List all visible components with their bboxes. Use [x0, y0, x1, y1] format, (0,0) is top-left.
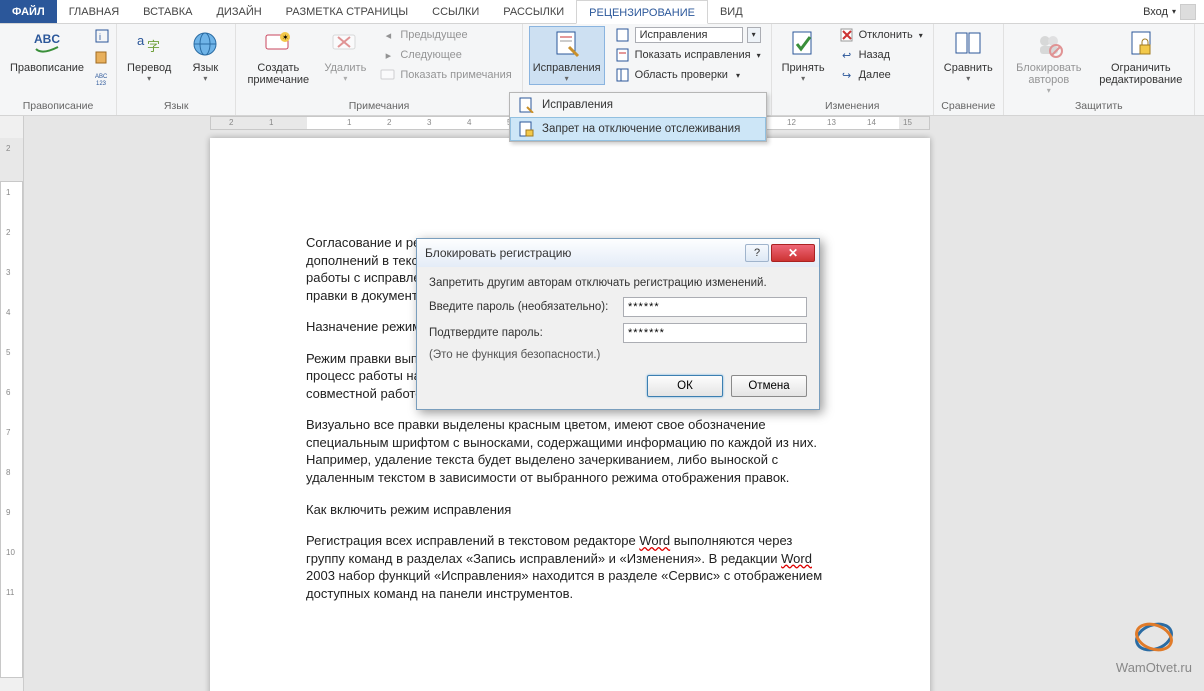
prev-icon: ◂ — [380, 27, 396, 43]
prev-comment-button[interactable]: ◂Предыдущее — [376, 26, 515, 44]
display-for-review[interactable]: Исправления ▾ — [611, 26, 765, 44]
dropdown-lock-tracking[interactable]: Запрет на отключение отслеживания — [510, 117, 766, 141]
next-comment-button[interactable]: ▸Следующее — [376, 46, 515, 64]
new-comment-icon: ✶ — [262, 28, 294, 60]
accept-icon — [787, 28, 819, 60]
reject-icon — [839, 27, 855, 43]
restrict-editing-button[interactable]: Ограничить редактирование — [1094, 26, 1188, 88]
group-comments: ✶ Создать примечание Удалить ▾ ◂Предыдущ… — [236, 24, 522, 115]
svg-text:a: a — [137, 33, 145, 48]
next-change-button[interactable]: ↪Далее — [835, 66, 927, 84]
svg-text:字: 字 — [147, 39, 160, 54]
dialog-close-button[interactable]: ✕ — [771, 244, 815, 262]
language-button[interactable]: Язык ▾ — [181, 26, 229, 85]
forward-icon: ↪ — [839, 67, 855, 83]
avatar-icon — [1180, 4, 1196, 20]
svg-text:ABC: ABC — [95, 74, 108, 80]
watermark-logo-icon — [1133, 616, 1175, 658]
svg-text:i: i — [99, 32, 101, 42]
show-comments-button[interactable]: Показать примечания — [376, 66, 515, 84]
previous-change-button[interactable]: ↩Назад — [835, 46, 927, 64]
watermark: WamOtvet.ru — [1116, 616, 1192, 675]
tab-insert[interactable]: ВСТАВКА — [131, 0, 204, 23]
back-icon: ↩ — [839, 47, 855, 63]
lock-tracking-icon — [518, 121, 534, 137]
login-label: Вход — [1143, 0, 1168, 24]
show-comments-icon — [380, 67, 396, 83]
block-authors-icon — [1033, 28, 1065, 60]
dialog-note: (Это не функция безопасности.) — [429, 349, 807, 361]
tab-mailings[interactable]: РАССЫЛКИ — [491, 0, 576, 23]
cancel-button[interactable]: Отмена — [731, 375, 807, 397]
dialog-instruction: Запретить другим авторам отключать регис… — [429, 277, 807, 289]
svg-text:✶: ✶ — [282, 33, 289, 42]
password-input[interactable] — [623, 297, 807, 317]
tab-design[interactable]: ДИЗАЙН — [204, 0, 273, 23]
show-markup-button[interactable]: Показать исправления▾ — [611, 46, 765, 64]
tab-references[interactable]: ССЫЛКИ — [420, 0, 491, 23]
doc-paragraph: Как включить режим исправления — [306, 501, 834, 519]
group-compare: Сравнить ▾ Сравнение — [934, 24, 1004, 115]
translate-button[interactable]: a字 Перевод ▾ — [123, 26, 175, 85]
group-protect: Блокировать авторов ▾ Ограничить редакти… — [1004, 24, 1195, 115]
block-authors-button[interactable]: Блокировать авторов ▾ — [1010, 26, 1088, 97]
reject-button[interactable]: Отклонить▾ — [835, 26, 927, 44]
reviewing-pane-button[interactable]: Область проверки▾ — [611, 66, 765, 84]
group-language: a字 Перевод ▾ Язык ▾ Язык — [117, 24, 236, 115]
accept-button[interactable]: Принять ▾ — [778, 26, 829, 85]
track-changes-dropdown: Исправления Запрет на отключение отслежи… — [509, 92, 767, 142]
show-markup-icon — [615, 47, 631, 63]
display-icon — [615, 27, 631, 43]
tab-view[interactable]: ВИД — [708, 0, 755, 23]
define-icon[interactable]: i — [94, 28, 110, 47]
dialog-titlebar[interactable]: Блокировать регистрацию ? ✕ — [417, 239, 819, 267]
translate-icon: a字 — [133, 28, 165, 60]
dropdown-track-changes[interactable]: Исправления — [510, 93, 766, 117]
tab-file[interactable]: ФАЙЛ — [0, 0, 57, 23]
globe-icon — [189, 28, 221, 60]
ok-button[interactable]: ОК — [647, 375, 723, 397]
spelling-icon: ABC — [31, 28, 63, 60]
track-icon — [518, 97, 534, 113]
svg-text:123: 123 — [96, 81, 107, 86]
restrict-icon — [1125, 28, 1157, 60]
password-label: Введите пароль (необязательно): — [429, 301, 615, 313]
confirm-password-input[interactable] — [623, 323, 807, 343]
group-proofing: ABC Правописание i ABC123 Правописание — [0, 24, 117, 115]
tab-layout[interactable]: РАЗМЕТКА СТРАНИЦЫ — [274, 0, 420, 23]
document-page[interactable]: Согласование и редактирование документов… — [210, 138, 930, 691]
pane-icon — [615, 67, 631, 83]
dialog-title: Блокировать регистрацию — [425, 246, 571, 260]
tab-home[interactable]: ГЛАВНАЯ — [57, 0, 131, 23]
lock-tracking-dialog: Блокировать регистрацию ? ✕ Запретить др… — [416, 238, 820, 410]
track-changes-button[interactable]: Исправления ▾ — [529, 26, 605, 85]
dialog-help-button[interactable]: ? — [745, 244, 769, 262]
menu-tabs: ФАЙЛ ГЛАВНАЯ ВСТАВКА ДИЗАЙН РАЗМЕТКА СТР… — [0, 0, 1204, 24]
login-link[interactable]: Вход ▾ — [1135, 0, 1204, 23]
doc-paragraph: Визуально все правки выделены красным цв… — [306, 416, 834, 486]
tab-review[interactable]: РЕЦЕНЗИРОВАНИЕ — [576, 0, 708, 24]
confirm-label: Подтвердите пароль: — [429, 327, 615, 339]
compare-button[interactable]: Сравнить ▾ — [940, 26, 997, 85]
group-changes: Принять ▾ Отклонить▾ ↩Назад ↪Далее Измен… — [772, 24, 934, 115]
svg-text:ABC: ABC — [34, 32, 60, 46]
delete-comment-icon — [329, 28, 361, 60]
thesaurus-icon[interactable] — [94, 49, 110, 68]
delete-comment-button[interactable]: Удалить ▾ — [320, 26, 370, 85]
spelling-button[interactable]: ABC Правописание — [6, 26, 88, 76]
compare-icon — [952, 28, 984, 60]
new-comment-button[interactable]: ✶ Создать примечание — [242, 26, 314, 88]
wordcount-icon[interactable]: ABC123 — [94, 70, 110, 89]
next-icon: ▸ — [380, 47, 396, 63]
vertical-ruler: 2 1 2 3 4 5 6 7 8 9 10 11 — [0, 116, 24, 691]
doc-paragraph: Регистрация всех исправлений в текстовом… — [306, 532, 834, 602]
track-changes-icon — [551, 28, 583, 60]
